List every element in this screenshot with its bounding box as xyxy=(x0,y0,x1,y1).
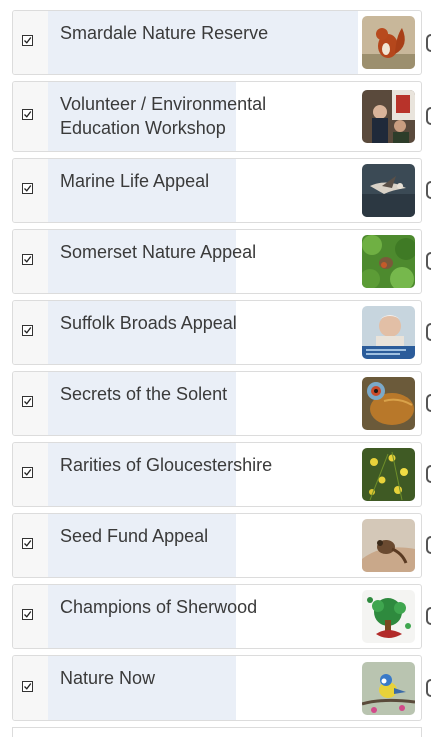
thumbnail-image xyxy=(362,235,415,288)
checkbox-checked[interactable] xyxy=(22,538,33,549)
checkbox-cell xyxy=(13,443,49,506)
checkbox-cell xyxy=(13,82,49,151)
appeal-row[interactable]: Somerset Nature Appeal xyxy=(12,229,422,294)
thumbnail-image xyxy=(362,16,415,69)
thumbnail-image xyxy=(362,662,415,715)
offscreen-control[interactable] xyxy=(426,607,431,625)
appeal-row[interactable]: Seed Fund Appeal xyxy=(12,513,422,578)
appeal-title: Secrets of the Solent xyxy=(60,384,228,404)
checkbox-checked[interactable] xyxy=(22,254,33,265)
thumbnail-image xyxy=(362,164,415,217)
checkbox-cell xyxy=(13,159,49,222)
appeal-row[interactable]: Rarities of Gloucestershire xyxy=(12,442,422,507)
offscreen-control[interactable] xyxy=(426,34,431,52)
next-row-partial xyxy=(12,727,422,737)
checkbox-checked[interactable] xyxy=(22,325,33,336)
checkbox-cell xyxy=(13,11,49,74)
thumbnail-image xyxy=(362,519,415,572)
thumbnail-image xyxy=(362,90,415,143)
thumbnail-image xyxy=(362,306,415,359)
appeal-title: Rarities of Gloucestershire xyxy=(60,455,273,475)
checkbox-cell xyxy=(13,301,49,364)
checkbox-checked[interactable] xyxy=(22,609,33,620)
checkbox-cell xyxy=(13,514,49,577)
appeal-row[interactable]: Nature Now xyxy=(12,655,422,721)
offscreen-control[interactable] xyxy=(426,394,431,412)
thumbnail-image xyxy=(362,590,415,643)
offscreen-control[interactable] xyxy=(426,107,431,125)
appeal-title: Seed Fund Appeal xyxy=(60,526,209,546)
appeal-row[interactable]: Secrets of the Solent xyxy=(12,371,422,436)
appeal-title: Smardale Nature Reserve xyxy=(60,23,269,43)
checkbox-cell xyxy=(13,230,49,293)
appeal-row[interactable]: Volunteer / Environmental Education Work… xyxy=(12,81,422,152)
thumbnail-image xyxy=(362,377,415,430)
checkbox-checked[interactable] xyxy=(22,183,33,194)
checkbox-checked[interactable] xyxy=(22,467,33,478)
appeal-row[interactable]: Champions of Sherwood xyxy=(12,584,422,649)
offscreen-control[interactable] xyxy=(426,536,431,554)
checkbox-checked[interactable] xyxy=(22,681,33,692)
checkbox-cell xyxy=(13,656,49,720)
checkbox-checked[interactable] xyxy=(22,35,33,46)
checkbox-checked[interactable] xyxy=(22,396,33,407)
appeal-row[interactable]: Suffolk Broads Appeal xyxy=(12,300,422,365)
offscreen-control[interactable] xyxy=(426,252,431,270)
thumbnail-image xyxy=(362,448,415,501)
offscreen-control[interactable] xyxy=(426,323,431,341)
checkbox-checked[interactable] xyxy=(22,109,33,120)
appeal-title: Suffolk Broads Appeal xyxy=(60,313,237,333)
appeal-title: Volunteer / Environmental Education Work… xyxy=(60,94,267,138)
appeal-row[interactable]: Smardale Nature Reserve xyxy=(12,10,422,75)
offscreen-control[interactable] xyxy=(426,181,431,199)
checkbox-cell xyxy=(13,372,49,435)
appeal-title: Champions of Sherwood xyxy=(60,597,258,617)
offscreen-control[interactable] xyxy=(426,465,431,483)
appeal-row[interactable]: Marine Life Appeal xyxy=(12,158,422,223)
checkbox-cell xyxy=(13,585,49,648)
appeal-title: Somerset Nature Appeal xyxy=(60,242,257,262)
appeal-title: Marine Life Appeal xyxy=(60,171,210,191)
offscreen-control[interactable] xyxy=(426,679,431,697)
appeal-title: Nature Now xyxy=(60,668,156,688)
